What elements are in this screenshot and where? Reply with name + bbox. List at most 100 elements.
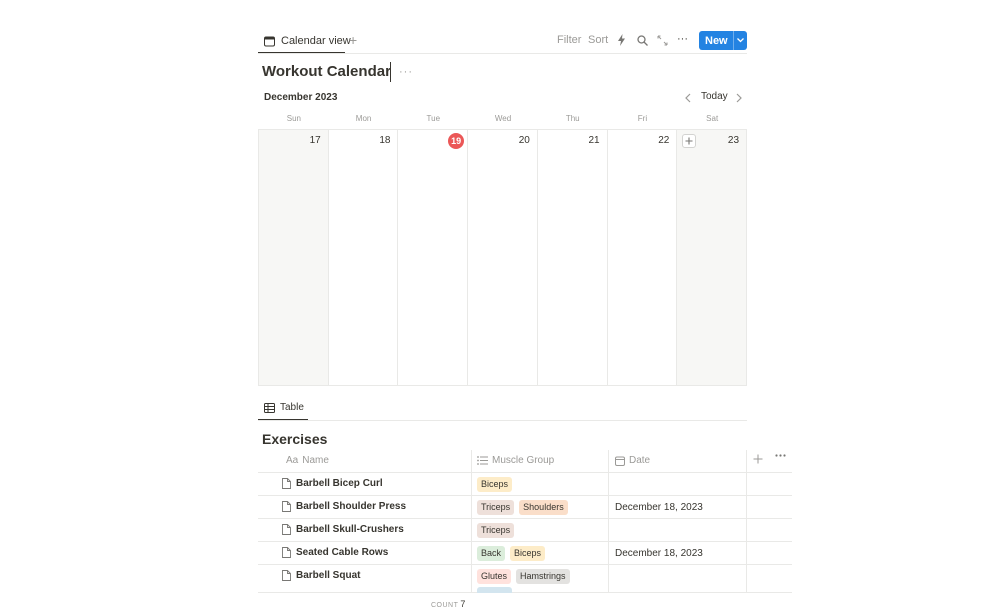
tab-label: Calendar view	[281, 35, 351, 47]
column-divider	[471, 565, 472, 592]
day-number: 20	[518, 135, 530, 146]
calendar-day-cell[interactable]: 23	[677, 130, 747, 385]
calendar-day-cell[interactable]: 20	[468, 130, 538, 385]
add-view-button[interactable]: +	[349, 32, 357, 48]
calendar-day-cell[interactable]: 19	[398, 130, 469, 385]
lightning-icon[interactable]	[614, 33, 628, 47]
chevron-right-icon[interactable]	[735, 91, 745, 103]
column-divider	[746, 542, 747, 564]
sort-button[interactable]: Sort	[588, 34, 608, 46]
page-icon	[282, 524, 291, 535]
add-event-button[interactable]	[682, 134, 697, 148]
column-header-date[interactable]: Date	[615, 455, 650, 466]
row-name-cell[interactable]: Barbell Shoulder Press	[282, 501, 406, 512]
row-name-cell[interactable]: Barbell Skull-Crushers	[282, 524, 404, 535]
today-button[interactable]: Today	[701, 91, 728, 102]
column-divider	[746, 565, 747, 592]
row-name: Barbell Squat	[296, 570, 361, 581]
new-button[interactable]: New	[699, 31, 747, 50]
column-divider	[608, 473, 609, 495]
muscle-group-tags[interactable]: Biceps	[477, 477, 513, 492]
calendar-day-cell[interactable]: 17	[259, 130, 329, 385]
column-divider	[471, 496, 472, 518]
muscle-group-tags[interactable]: Triceps Shoulders	[477, 500, 568, 515]
filter-button[interactable]: Filter	[557, 34, 581, 46]
table-header: Aa Name Muscle Group Date	[258, 450, 792, 473]
column-divider	[746, 519, 747, 541]
row-name: Barbell Shoulder Press	[296, 501, 407, 512]
table-more-button[interactable]	[775, 454, 786, 457]
chevron-down-icon[interactable]	[734, 38, 747, 43]
column-divider	[746, 496, 747, 518]
column-divider	[608, 565, 609, 592]
column-divider	[608, 496, 609, 518]
calendar-day-cell[interactable]: 18	[329, 130, 399, 385]
chevron-left-icon[interactable]	[684, 91, 694, 103]
text-type-icon: Aa	[286, 455, 299, 466]
table-row[interactable]: Barbell Shoulder Press Triceps Shoulders…	[258, 496, 792, 519]
calendar-day-cell[interactable]: 22	[608, 130, 678, 385]
calendar-day-cell[interactable]: 21	[538, 130, 608, 385]
table-row[interactable]: Barbell Bicep Curl Biceps	[258, 473, 792, 496]
weekday-label: Mon	[355, 114, 372, 123]
expand-icon[interactable]	[655, 33, 669, 47]
tag-hamstrings: Hamstrings	[516, 569, 570, 584]
table-title[interactable]: Exercises	[262, 431, 327, 447]
muscle-group-tags[interactable]: Back Biceps	[477, 546, 546, 561]
row-name-cell[interactable]: Barbell Squat	[282, 570, 360, 581]
date-cell[interactable]: December 18, 2023	[615, 502, 703, 513]
table-row[interactable]: Seated Cable Rows Back Biceps December 1…	[258, 542, 792, 565]
title-more-button[interactable]: ···	[399, 66, 413, 78]
new-button-label: New	[705, 34, 728, 47]
tab-label: Table	[280, 402, 304, 413]
tab-table[interactable]: Table	[264, 402, 304, 413]
row-name: Seated Cable Rows	[296, 547, 389, 558]
day-number: 17	[309, 135, 321, 146]
row-name-cell[interactable]: Seated Cable Rows	[282, 547, 388, 558]
page-icon	[282, 570, 291, 581]
toolbar-divider	[258, 53, 747, 54]
weekday-label: Sat	[706, 114, 719, 123]
row-name-cell[interactable]: Barbell Bicep Curl	[282, 478, 383, 489]
column-divider	[746, 473, 747, 495]
column-divider	[471, 519, 472, 541]
column-label: Muscle Group	[492, 455, 555, 466]
count-label: COUNT	[431, 602, 459, 609]
tag-back: Back	[477, 546, 506, 561]
muscle-group-tags[interactable]: Glutes Hamstrings	[477, 569, 570, 584]
column-divider	[471, 450, 472, 472]
search-icon[interactable]	[635, 33, 649, 47]
column-divider	[608, 450, 609, 472]
page-icon	[282, 501, 291, 512]
column-label: Date	[629, 455, 651, 466]
page-icon	[282, 478, 291, 489]
month-label: December 2023	[264, 92, 338, 103]
calendar-icon	[264, 36, 275, 47]
table-row[interactable]: Barbell Squat Glutes Hamstrings	[258, 565, 792, 593]
column-divider	[746, 450, 747, 472]
row-name: Barbell Skull-Crushers	[296, 524, 404, 535]
column-divider	[608, 519, 609, 541]
weekday-label: Thu	[565, 114, 580, 123]
list-icon	[477, 456, 488, 465]
column-header-name[interactable]: Aa Name	[286, 455, 329, 466]
column-divider	[608, 542, 609, 564]
tab-calendar-view[interactable]: Calendar view	[264, 32, 351, 50]
tag-triceps: Triceps	[477, 500, 515, 515]
column-header-muscle-group[interactable]: Muscle Group	[477, 455, 554, 466]
plus-icon	[753, 454, 763, 464]
table-row[interactable]: Barbell Skull-Crushers Triceps	[258, 519, 792, 542]
add-column-button[interactable]	[753, 454, 763, 464]
row-name: Barbell Bicep Curl	[296, 478, 383, 489]
date-cell[interactable]: December 18, 2023	[615, 548, 703, 559]
column-label: Name	[302, 455, 329, 466]
count-value: 7	[460, 599, 466, 609]
page-title[interactable]: Workout Calendar	[262, 62, 391, 82]
more-options-button[interactable]: ···	[677, 33, 688, 45]
weekday-label: Sun	[286, 114, 301, 123]
weekday-label: Tue	[426, 114, 441, 123]
today-day-badge: 19	[448, 133, 465, 149]
calendar-icon	[615, 456, 625, 466]
muscle-group-tags[interactable]: Triceps	[477, 523, 515, 538]
calendar-grid: 17 18 19 20 21 22 23	[258, 129, 747, 386]
